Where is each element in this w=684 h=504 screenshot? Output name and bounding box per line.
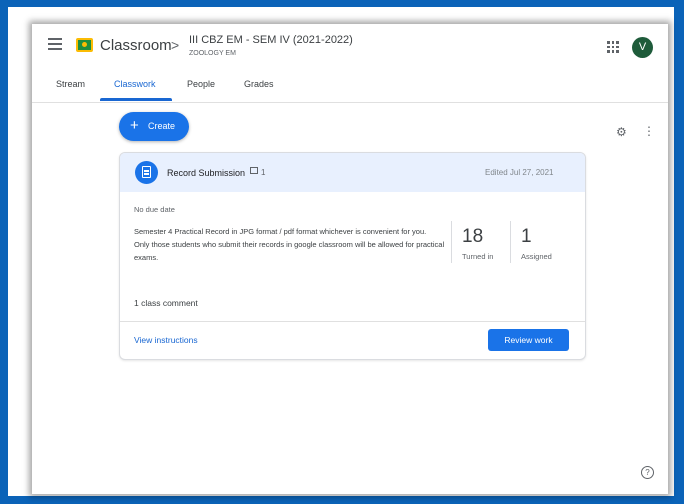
tab-people[interactable]: People bbox=[187, 79, 215, 89]
create-button[interactable]: + Create bbox=[119, 112, 189, 141]
turned-in-count[interactable]: 18 bbox=[462, 226, 483, 248]
avatar[interactable]: V bbox=[632, 37, 653, 58]
outer-border: Classroom > III CBZ EM - SEM IV (2021-20… bbox=[8, 7, 674, 496]
plus-icon: + bbox=[130, 117, 139, 134]
more-options-icon[interactable]: ⋮ bbox=[643, 125, 655, 137]
description-line: Only those students who submit their rec… bbox=[134, 240, 445, 262]
due-date: No due date bbox=[134, 205, 175, 214]
assigned-label: Assigned bbox=[521, 252, 552, 261]
assignment-card: Record Submission 1 Edited Jul 27, 2021 … bbox=[119, 152, 586, 360]
settings-gear-icon[interactable]: ⚙ bbox=[616, 125, 627, 139]
create-button-label: Create bbox=[148, 121, 176, 131]
breadcrumb-chevron-icon: > bbox=[171, 37, 180, 53]
assignment-icon bbox=[135, 161, 158, 184]
classroom-logo-icon bbox=[76, 38, 93, 52]
apps-grid-icon[interactable] bbox=[607, 41, 619, 53]
divider bbox=[120, 321, 585, 322]
help-icon[interactable]: ? bbox=[641, 466, 654, 479]
assignment-header[interactable]: Record Submission 1 Edited Jul 27, 2021 bbox=[120, 153, 585, 192]
class-subtitle: ZOOLOGY EM bbox=[189, 50, 236, 57]
stat-divider bbox=[451, 221, 452, 263]
view-instructions-link[interactable]: View instructions bbox=[134, 335, 198, 345]
tab-grades[interactable]: Grades bbox=[244, 79, 274, 89]
turned-in-label: Turned in bbox=[462, 252, 494, 261]
hamburger-menu-icon[interactable] bbox=[48, 38, 62, 50]
classroom-window: Classroom > III CBZ EM - SEM IV (2021-20… bbox=[32, 24, 668, 494]
class-comment-link[interactable]: 1 class comment bbox=[134, 298, 198, 308]
description-line: Semester 4 Practical Record in JPG forma… bbox=[134, 227, 427, 236]
active-tab-indicator bbox=[100, 98, 172, 101]
assigned-count[interactable]: 1 bbox=[521, 226, 532, 248]
top-bar: Classroom > III CBZ EM - SEM IV (2021-20… bbox=[32, 24, 668, 72]
edited-date: Edited Jul 27, 2021 bbox=[485, 168, 554, 177]
review-work-button[interactable]: Review work bbox=[488, 329, 569, 351]
class-title[interactable]: III CBZ EM - SEM IV (2021-2022) bbox=[189, 34, 353, 46]
comment-count: 1 bbox=[261, 168, 266, 177]
tab-classwork[interactable]: Classwork bbox=[114, 79, 156, 89]
tab-stream[interactable]: Stream bbox=[56, 79, 85, 89]
app-name[interactable]: Classroom bbox=[100, 37, 172, 54]
assignment-description: Semester 4 Practical Record in JPG forma… bbox=[134, 225, 449, 264]
stat-divider bbox=[510, 221, 511, 263]
comment-icon bbox=[250, 167, 259, 176]
assignment-title[interactable]: Record Submission bbox=[167, 168, 245, 178]
